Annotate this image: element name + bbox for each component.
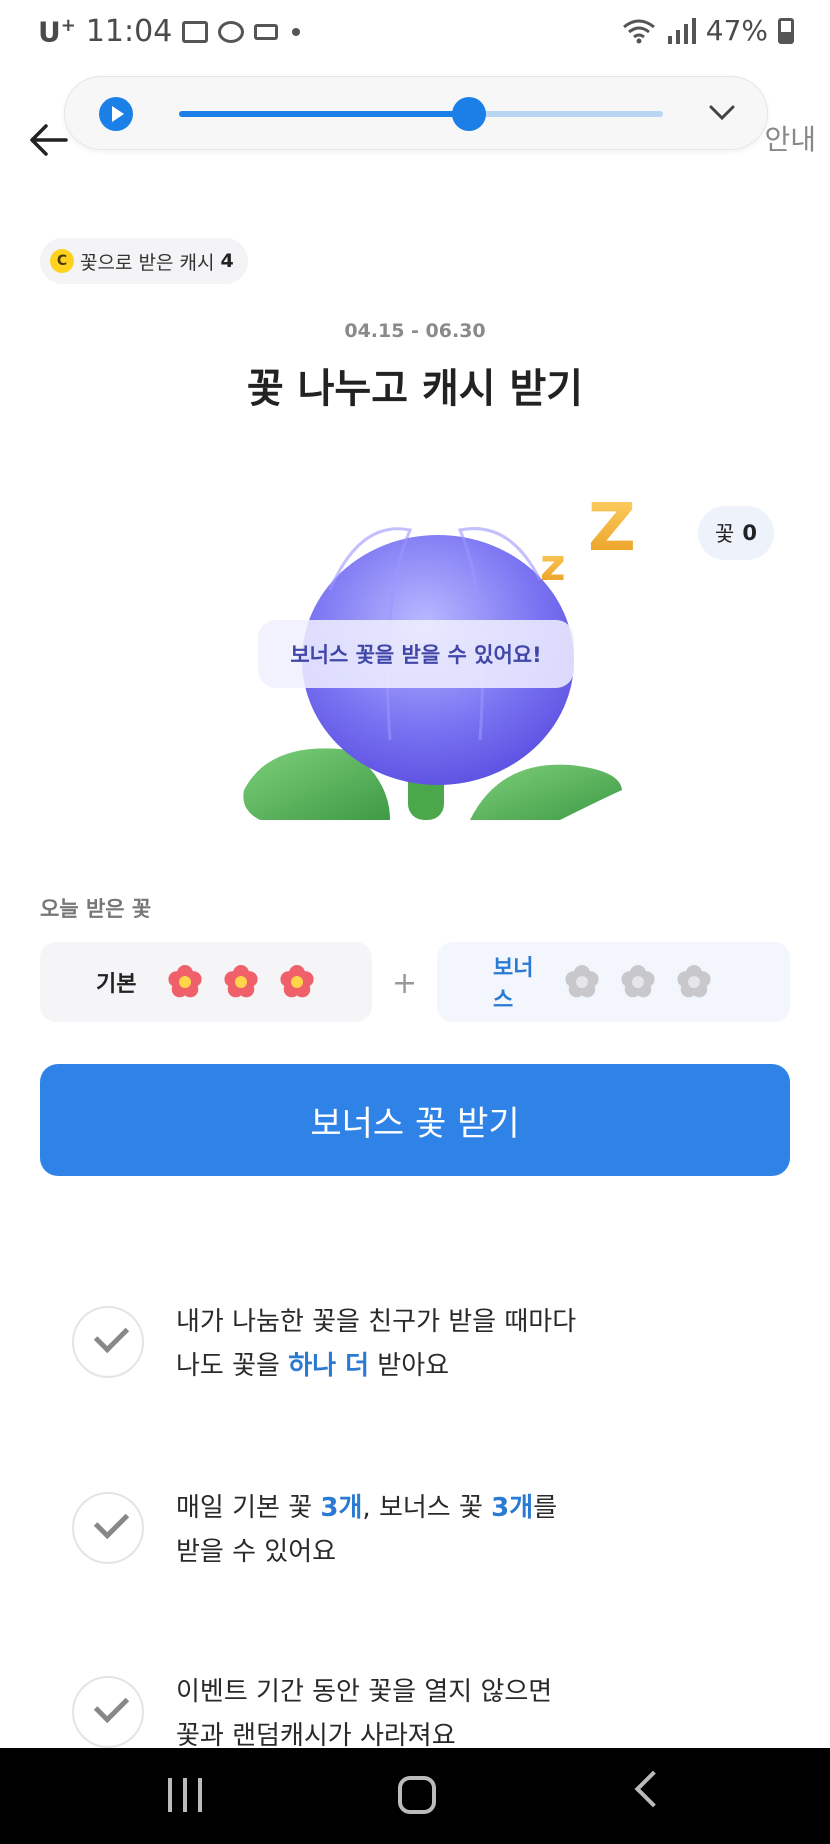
svg-text:z: z: [540, 540, 566, 591]
tip-text-line: 이벤트 기간 동안 꽃을 열지 않으면: [176, 1677, 553, 1707]
cash-chip-label: 꽃으로 받은 캐시: [80, 251, 215, 274]
tip-text-line: 나도 꽃을 하나 더 받아요: [176, 1351, 450, 1381]
bonus-flowers-label: 보너스: [493, 956, 534, 1013]
coin-icon: C: [50, 249, 74, 273]
system-back-icon[interactable]: [634, 1770, 672, 1808]
battery-icon: [778, 17, 794, 44]
gallery-notification-icon: [182, 20, 209, 43]
cloud-notification-icon: [218, 20, 245, 43]
tip-item: 이벤트 기간 동안 꽃을 열지 않으면 꽃과 랜덤캐시가 사라져요: [72, 1670, 772, 1758]
signal-icon: [667, 17, 696, 44]
tip-text-line: 매일 기본 꽃 3개, 보너스 꽃 3개를: [176, 1493, 558, 1523]
back-arrow-icon[interactable]: [26, 118, 70, 162]
home-icon[interactable]: [398, 1776, 436, 1814]
tip-item: 내가 나눔한 꽃을 친구가 받을 때마다 나도 꽃을 하나 더 받아요: [72, 1300, 772, 1388]
app-notification-icon: [254, 23, 279, 40]
seek-bar-handle[interactable]: [452, 97, 487, 131]
seek-bar-progress: [179, 111, 470, 117]
chevron-down-icon[interactable]: [707, 97, 737, 127]
seek-bar[interactable]: [179, 97, 663, 131]
bonus-available-bubble: 보너스 꽃을 받을 수 있어요!: [258, 620, 574, 688]
media-player: [64, 76, 768, 150]
cash-chip-amount: 4: [220, 250, 234, 272]
wifi-icon: [622, 19, 655, 43]
guide-link[interactable]: 안내: [764, 118, 816, 158]
check-icon: [72, 1492, 144, 1564]
battery-percent: 47%: [705, 14, 768, 47]
play-icon[interactable]: [99, 97, 133, 131]
flower-empty-icon: [565, 965, 599, 998]
more-notifications-dot-icon: [292, 27, 301, 36]
flower-count-badge: 꽃 0: [698, 506, 774, 560]
check-icon: [72, 1306, 144, 1378]
basic-flowers-label: 기본: [96, 972, 137, 997]
flower-count-value: 0: [742, 521, 757, 545]
cash-received-chip: C 꽃으로 받은 캐시 4: [40, 238, 248, 284]
flower-filled-icon: [168, 965, 202, 998]
event-period: 04.15 - 06.30: [344, 320, 486, 342]
basic-flowers-box: 기본: [40, 942, 372, 1022]
page-title: 꽃 나누고 캐시 받기: [246, 366, 584, 412]
flower-filled-icon: [224, 965, 258, 998]
clock: 11:04: [85, 14, 173, 49]
get-bonus-flower-button[interactable]: 보너스 꽃 받기: [40, 1064, 790, 1176]
flower-filled-icon: [280, 965, 314, 998]
tip-text-line: 받을 수 있어요: [176, 1537, 337, 1567]
recent-apps-icon[interactable]: [168, 1778, 202, 1812]
flower-empty-icon: [621, 965, 655, 998]
carrier-label: U+: [38, 14, 76, 49]
tip-item: 매일 기본 꽃 3개, 보너스 꽃 3개를 받을 수 있어요: [72, 1486, 772, 1574]
system-navigation-bar: [0, 1748, 830, 1844]
svg-text:Z: Z: [588, 500, 636, 566]
flower-empty-icon: [677, 965, 711, 998]
flower-count-label: 꽃: [715, 522, 735, 546]
plus-sign: +: [392, 966, 418, 1001]
tip-text-line: 내가 나눔한 꽃을 친구가 받을 때마다: [176, 1307, 577, 1337]
check-icon: [72, 1676, 144, 1748]
status-bar: U+ 11:04 47%: [0, 0, 830, 64]
bonus-flowers-box: 보너스: [437, 942, 790, 1022]
today-flowers-label: 오늘 받은 꽃: [40, 897, 152, 921]
